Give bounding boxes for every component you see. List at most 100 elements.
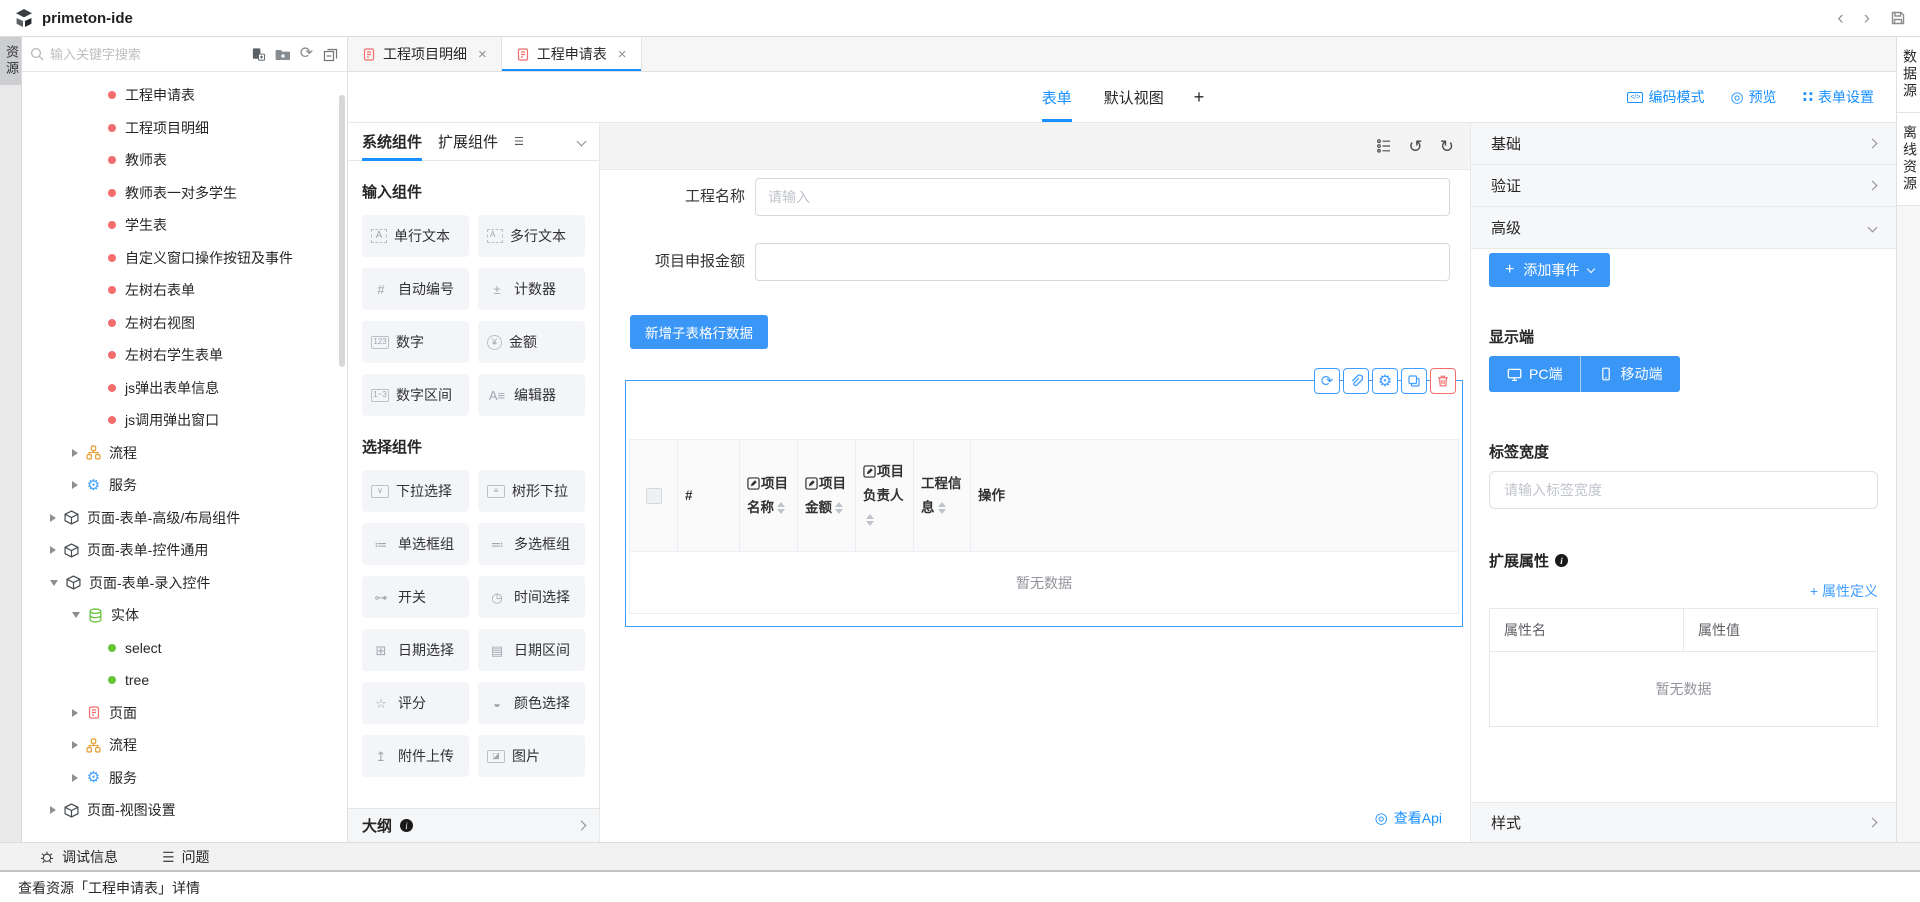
undo-icon[interactable]: ↺: [1409, 138, 1423, 155]
sort-icon[interactable]: [777, 502, 785, 515]
debugbar-item[interactable]: 调试信息: [40, 847, 118, 867]
tree-caret-icon[interactable]: [72, 709, 78, 717]
view-tab[interactable]: 表单: [1040, 73, 1074, 122]
palette-item[interactable]: ≕ 多选框组: [478, 523, 585, 565]
view-tab[interactable]: 默认视图: [1102, 73, 1166, 122]
collapse-all-icon[interactable]: [322, 46, 339, 63]
tree-caret-icon[interactable]: [72, 741, 78, 749]
palette-item[interactable]: ◷ 时间选择: [478, 576, 585, 618]
tree-item[interactable]: 教师表: [22, 144, 347, 177]
tree-item[interactable]: 左树右表单: [22, 274, 347, 307]
section-style[interactable]: 样式: [1471, 802, 1896, 842]
tree-item[interactable]: tree: [22, 664, 347, 697]
section-基础[interactable]: 基础: [1471, 123, 1896, 165]
save-icon[interactable]: [1890, 10, 1906, 26]
tree-item[interactable]: 教师表一对多学生: [22, 177, 347, 210]
outline-tree-icon[interactable]: [1376, 138, 1392, 154]
action-code-mode[interactable]: </> 编码模式: [1627, 87, 1704, 107]
new-folder-icon[interactable]: [274, 46, 291, 63]
tree-caret-icon[interactable]: [72, 612, 80, 618]
palette-item[interactable]: A≡ 编辑器: [478, 374, 585, 416]
label-width-input[interactable]: [1489, 471, 1878, 509]
palette-item[interactable]: A 多行文本: [478, 215, 585, 257]
palette-item[interactable]: ⊶ 开关: [362, 576, 469, 618]
tree-item[interactable]: 自定义窗口操作按钮及事件: [22, 242, 347, 275]
tree-scrollbar[interactable]: [339, 95, 345, 367]
palette-item[interactable]: ▤ 日期区间: [478, 629, 585, 671]
palette-item[interactable]: ∨ 下拉选择: [362, 470, 469, 512]
add-event-button[interactable]: + 添加事件: [1489, 253, 1610, 287]
palette-tab[interactable]: 系统组件: [362, 123, 422, 161]
tree-item[interactable]: 页面-视图设置: [22, 794, 347, 827]
tree-item[interactable]: 页面-表单-控件通用: [22, 534, 347, 567]
refresh-icon[interactable]: ⟳: [298, 46, 315, 63]
editor-tab[interactable]: 工程项目明细 ×: [348, 37, 502, 71]
sort-icon[interactable]: [835, 502, 843, 515]
locate-file-icon[interactable]: [250, 46, 267, 63]
add-subtable-row-button[interactable]: 新增子表格行数据: [630, 315, 768, 349]
palette-tab[interactable]: 扩展组件: [438, 123, 498, 161]
tree-item[interactable]: ⚙服务: [22, 469, 347, 502]
tree-item[interactable]: 流程: [22, 437, 347, 470]
tree-caret-icon[interactable]: [72, 481, 78, 489]
tree-caret-icon[interactable]: [50, 514, 56, 522]
sort-icon[interactable]: [866, 514, 874, 527]
view-api-link[interactable]: ◎ 查看Api: [1375, 808, 1442, 828]
add-view-button[interactable]: +: [1194, 87, 1205, 108]
tree-caret-icon[interactable]: [72, 449, 78, 457]
sidebar-tab-离线资源[interactable]: 离线资源: [1897, 113, 1920, 206]
subtable-widget-selected[interactable]: ⟳⚙ #项目名称项目金额项目负责人工程信息操作 暂无数据: [625, 380, 1463, 627]
section-验证[interactable]: 验证: [1471, 165, 1896, 207]
prop-define-link[interactable]: + 属性定义: [1810, 583, 1878, 599]
redo-icon[interactable]: ↻: [1440, 138, 1454, 155]
nav-forward-icon[interactable]: ›: [1864, 9, 1870, 28]
sidebar-tab-resources[interactable]: 资源: [0, 37, 21, 85]
display-button-monitor[interactable]: PC端: [1489, 356, 1581, 392]
debugbar-item[interactable]: ☰ 问题: [162, 847, 210, 867]
link-icon[interactable]: [1343, 368, 1369, 394]
palette-item[interactable]: A 单行文本: [362, 215, 469, 257]
tree-item[interactable]: 左树右视图: [22, 307, 347, 340]
tree-item[interactable]: 实体: [22, 599, 347, 632]
tree-item[interactable]: 页面-表单-高级/布局组件: [22, 502, 347, 535]
section-高级[interactable]: 高级: [1471, 207, 1896, 249]
tree-caret-icon[interactable]: [50, 546, 56, 554]
display-button-phone[interactable]: 移动端: [1581, 356, 1680, 392]
palette-item[interactable]: 123 数字: [362, 321, 469, 363]
tree-caret-icon[interactable]: [50, 806, 56, 814]
chevron-down-icon[interactable]: [577, 137, 587, 147]
sidebar-tab-数据源[interactable]: 数据源: [1897, 37, 1920, 113]
palette-item[interactable]: ⊞ 日期选择: [362, 629, 469, 671]
palette-item[interactable]: ± 计数器: [478, 268, 585, 310]
palette-item[interactable]: ☆ 评分: [362, 682, 469, 724]
close-icon[interactable]: ×: [478, 46, 487, 63]
field-input[interactable]: [755, 243, 1450, 281]
palette-item[interactable]: ◪ 图片: [478, 735, 585, 777]
field-input[interactable]: [755, 178, 1450, 216]
tree-item[interactable]: js弹出表单信息: [22, 372, 347, 405]
sync-icon[interactable]: ⟳: [1314, 368, 1340, 394]
gear-icon[interactable]: ⚙: [1372, 368, 1398, 394]
nav-back-icon[interactable]: ‹: [1837, 9, 1843, 28]
palette-item[interactable]: ≡ 树形下拉: [478, 470, 585, 512]
tree-item[interactable]: 页面: [22, 697, 347, 730]
tree-item[interactable]: 工程项目明细: [22, 112, 347, 145]
palette-item[interactable]: 1~3 数字区间: [362, 374, 469, 416]
close-icon[interactable]: ×: [618, 46, 627, 63]
tree-item[interactable]: js调用弹出窗口: [22, 404, 347, 437]
action-form-settings[interactable]: ∷ 表单设置: [1803, 87, 1874, 107]
tree-item[interactable]: 流程: [22, 729, 347, 762]
palette-item[interactable]: ◒ 颜色选择: [478, 682, 585, 724]
palette-item[interactable]: ¥ 金额: [478, 321, 585, 363]
trash-icon[interactable]: [1430, 368, 1456, 394]
tree-item[interactable]: 学生表: [22, 209, 347, 242]
palette-item[interactable]: # 自动编号: [362, 268, 469, 310]
copy-icon[interactable]: [1401, 368, 1427, 394]
tree-caret-icon[interactable]: [50, 580, 58, 586]
tree-item[interactable]: ⚙服务: [22, 762, 347, 795]
outline-footer[interactable]: 大纲 i: [348, 808, 599, 842]
palette-menu-icon[interactable]: ☰: [514, 135, 524, 148]
palette-item[interactable]: ↥ 附件上传: [362, 735, 469, 777]
action-preview-eye[interactable]: ◎ 预览: [1730, 87, 1776, 107]
tree-item[interactable]: 左树右学生表单: [22, 339, 347, 372]
